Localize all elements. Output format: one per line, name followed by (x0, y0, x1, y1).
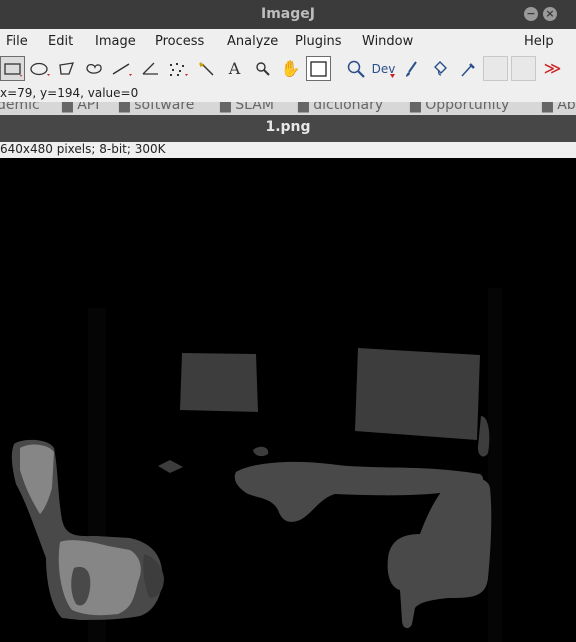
folder-icon: ▆ (119, 102, 130, 113)
toolbar: A ✋ Dev ≫ (0, 54, 576, 85)
multipoint-icon[interactable] (165, 56, 190, 81)
text-icon[interactable]: A (222, 56, 247, 81)
bookmark-item[interactable]: ▆ Ab (542, 102, 576, 113)
hand-icon[interactable]: ✋ (278, 56, 303, 81)
menu-bar: File Edit Image Process Analyze Plugins … (0, 29, 576, 55)
menu-help[interactable]: Help (524, 34, 554, 49)
dev-menu[interactable]: Dev (371, 56, 396, 81)
rectangle-icon[interactable] (0, 56, 25, 81)
menu-plugins[interactable]: Plugins (295, 34, 342, 49)
line-icon[interactable] (109, 56, 134, 81)
freehand-icon[interactable] (81, 56, 106, 81)
bookmark-item[interactable]: ▆ software (119, 102, 194, 113)
image-window-title: 1.png (265, 119, 311, 135)
magnifier-icon[interactable] (343, 56, 368, 81)
image-info: 640x480 pixels; 8-bit; 300K (0, 142, 166, 156)
brush-icon[interactable] (399, 56, 424, 81)
angle-icon[interactable] (138, 56, 163, 81)
menu-analyze[interactable]: Analyze (227, 34, 278, 49)
menu-file[interactable]: File (6, 34, 28, 49)
image-info-bar: 640x480 pixels; 8-bit; 300K (0, 142, 576, 158)
bookmark-item[interactable]: ▆ SLAM (220, 102, 274, 113)
empty-tool-slot[interactable] (511, 56, 536, 81)
bookmark-item[interactable]: ▆ dictionary (298, 102, 383, 113)
menu-edit[interactable]: Edit (48, 34, 73, 49)
close-button[interactable]: × (543, 7, 557, 21)
menu-process[interactable]: Process (155, 34, 204, 49)
more-tools-icon[interactable]: ≫ (540, 56, 565, 81)
bookmark-item[interactable]: ▆ API (62, 102, 99, 113)
menu-image[interactable]: Image (95, 34, 136, 49)
bookmark-item[interactable]: demic (0, 102, 40, 113)
zoom-icon[interactable] (250, 56, 275, 81)
flood-fill-icon[interactable] (427, 56, 452, 81)
image-window-title-bar[interactable]: 1.png (0, 115, 576, 142)
folder-icon: ▆ (62, 102, 73, 113)
segment-monitor-right (355, 348, 480, 440)
bookmarks-bar: demic ▆ API ▆ software ▆ SLAM ▆ dictiona… (0, 102, 576, 115)
folder-icon: ▆ (298, 102, 309, 113)
empty-tool-slot[interactable] (483, 56, 508, 81)
menu-window[interactable]: Window (362, 34, 413, 49)
folder-icon: ▆ (410, 102, 421, 113)
wand-icon[interactable] (194, 56, 219, 81)
pipette-icon[interactable] (455, 56, 480, 81)
app-title-bar: ImageJ − × (0, 0, 576, 29)
folder-icon: ▆ (220, 102, 231, 113)
cursor-readout: x=79, y=194, value=0 (0, 86, 139, 100)
minimize-button[interactable]: − (524, 7, 538, 21)
bookmark-item[interactable]: ▆ Opportunity (410, 102, 509, 113)
status-bar: x=79, y=194, value=0 (0, 85, 576, 102)
image-canvas[interactable] (0, 158, 576, 642)
polygon-icon[interactable] (54, 56, 79, 81)
folder-icon: ▆ (542, 102, 553, 113)
oval-icon[interactable] (27, 56, 52, 81)
dropper-icon[interactable] (306, 56, 331, 81)
segment-monitor-left (180, 353, 258, 412)
app-title: ImageJ (261, 6, 315, 22)
segment-chair-left-seat (58, 540, 141, 616)
